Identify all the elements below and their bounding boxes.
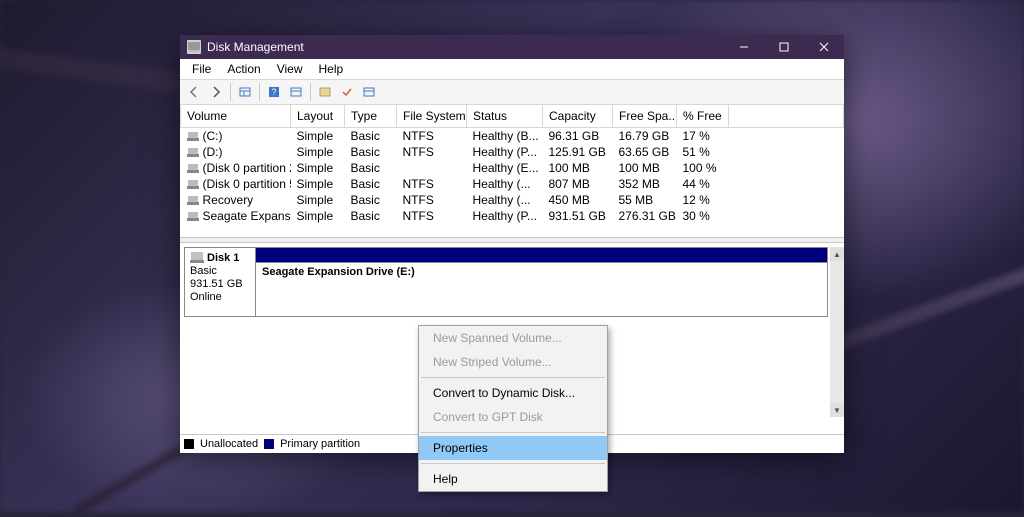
table-row[interactable]: Seagate Expansion...SimpleBasicNTFSHealt… <box>181 208 844 224</box>
forward-button[interactable] <box>206 82 226 102</box>
disk-status: Online <box>190 291 250 304</box>
back-button[interactable] <box>184 82 204 102</box>
col-volume[interactable]: Volume <box>181 105 291 128</box>
toolbar: ? <box>180 80 844 105</box>
scroll-up-icon[interactable]: ▲ <box>830 247 844 261</box>
minimize-button[interactable] <box>724 35 764 59</box>
disk-label: Disk 1 <box>207 252 239 264</box>
menubar: File Action View Help <box>180 59 844 80</box>
volume-icon <box>187 195 199 205</box>
col-capacity[interactable]: Capacity <box>543 105 613 128</box>
col-pct[interactable]: % Free <box>677 105 729 128</box>
table-row[interactable]: (C:)SimpleBasicNTFSHealthy (B...96.31 GB… <box>181 128 844 145</box>
volume-block[interactable]: Seagate Expansion Drive (E:) <box>256 262 827 316</box>
disk-type: Basic <box>190 265 250 278</box>
menu-file[interactable]: File <box>184 60 219 78</box>
disk-1-row[interactable]: Disk 1 Basic 931.51 GB Online Seagate Ex… <box>184 247 828 317</box>
volume-icon <box>187 211 199 221</box>
maximize-button[interactable] <box>764 35 804 59</box>
volume-icon <box>187 147 199 157</box>
app-icon <box>187 40 201 54</box>
close-button[interactable] <box>804 35 844 59</box>
menu-help[interactable]: Help <box>419 467 607 491</box>
col-type[interactable]: Type <box>345 105 397 128</box>
view-panes-button[interactable] <box>235 82 255 102</box>
col-status[interactable]: Status <box>467 105 543 128</box>
swatch-unallocated <box>184 439 194 449</box>
disk-management-window: Disk Management File Action View Help ? … <box>180 35 844 453</box>
table-row[interactable]: RecoverySimpleBasicNTFSHealthy (...450 M… <box>181 192 844 208</box>
disk-header-bar <box>256 248 827 262</box>
menu-convert-dynamic[interactable]: Convert to Dynamic Disk... <box>419 381 607 405</box>
volume-icon <box>187 131 199 141</box>
table-row[interactable]: (Disk 0 partition 2)SimpleBasicHealthy (… <box>181 160 844 176</box>
context-menu: New Spanned Volume... New Striped Volume… <box>418 325 608 492</box>
col-layout[interactable]: Layout <box>291 105 345 128</box>
table-row[interactable]: (D:)SimpleBasicNTFSHealthy (P...125.91 G… <box>181 144 844 160</box>
help-button[interactable]: ? <box>264 82 284 102</box>
legend-unallocated: Unallocated <box>200 438 258 450</box>
refresh-button[interactable] <box>286 82 306 102</box>
volume-table[interactable]: Volume Layout Type File System Status Ca… <box>180 105 844 237</box>
scroll-down-icon[interactable]: ▼ <box>830 403 844 417</box>
swatch-primary <box>264 439 274 449</box>
list-button[interactable] <box>359 82 379 102</box>
menu-view[interactable]: View <box>269 60 311 78</box>
settings-button[interactable] <box>315 82 335 102</box>
menu-new-striped: New Striped Volume... <box>419 350 607 374</box>
rescan-button[interactable] <box>337 82 357 102</box>
scrollbar[interactable]: ▲ ▼ <box>830 247 844 417</box>
menu-properties[interactable]: Properties <box>419 436 607 460</box>
legend-primary: Primary partition <box>280 438 360 450</box>
menu-new-spanned: New Spanned Volume... <box>419 326 607 350</box>
menu-help[interactable]: Help <box>311 60 352 78</box>
disk-1-info: Disk 1 Basic 931.51 GB Online <box>185 248 256 316</box>
svg-text:?: ? <box>271 87 276 97</box>
window-title: Disk Management <box>207 40 724 54</box>
col-free[interactable]: Free Spa... <box>613 105 677 128</box>
menu-convert-gpt: Convert to GPT Disk <box>419 405 607 429</box>
table-row[interactable]: (Disk 0 partition 5)SimpleBasicNTFSHealt… <box>181 176 844 192</box>
titlebar[interactable]: Disk Management <box>180 35 844 59</box>
volume-icon <box>187 163 199 173</box>
menu-action[interactable]: Action <box>219 60 268 78</box>
disk-size: 931.51 GB <box>190 278 250 291</box>
volume-icon <box>187 179 199 189</box>
col-fs[interactable]: File System <box>397 105 467 128</box>
disk-icon <box>190 251 204 263</box>
